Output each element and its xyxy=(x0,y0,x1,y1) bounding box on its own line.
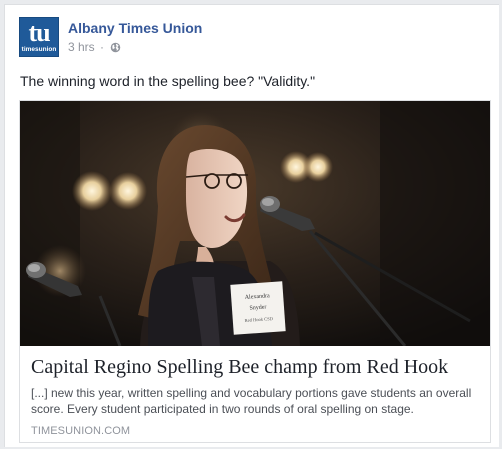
meta-separator: · xyxy=(100,40,105,54)
globe-icon[interactable] xyxy=(110,42,121,56)
post-header: tu timesunion Albany Times Union 3 hrs · xyxy=(19,17,479,61)
post-timestamp[interactable]: 3 hrs xyxy=(68,40,95,54)
name-card-line-2: Snyder xyxy=(249,304,266,311)
link-description: [...] new this year, written spelling an… xyxy=(31,386,472,416)
link-title[interactable]: Capital Regino Spelling Bee champ from R… xyxy=(31,356,481,378)
link-preview-body: Capital Regino Spelling Bee champ from R… xyxy=(20,346,490,442)
spelling-bee-photo: Alexandra Snyder Red Hook CSD xyxy=(20,101,490,346)
logo-wordmark: timesunion xyxy=(21,46,57,53)
link-preview[interactable]: Alexandra Snyder Red Hook CSD Capital Re… xyxy=(19,100,491,443)
logo-mark: tu xyxy=(28,18,50,47)
page-name-link[interactable]: Albany Times Union xyxy=(68,20,202,36)
page-avatar[interactable]: tu timesunion xyxy=(19,17,59,57)
post-message: The winning word in the spelling bee? "V… xyxy=(20,73,316,89)
facebook-post: tu timesunion Albany Times Union 3 hrs ·… xyxy=(4,4,499,447)
link-source-domain: TIMESUNION.COM xyxy=(31,425,131,437)
link-preview-image[interactable]: Alexandra Snyder Red Hook CSD xyxy=(20,101,490,346)
post-meta: 3 hrs · xyxy=(68,40,121,56)
